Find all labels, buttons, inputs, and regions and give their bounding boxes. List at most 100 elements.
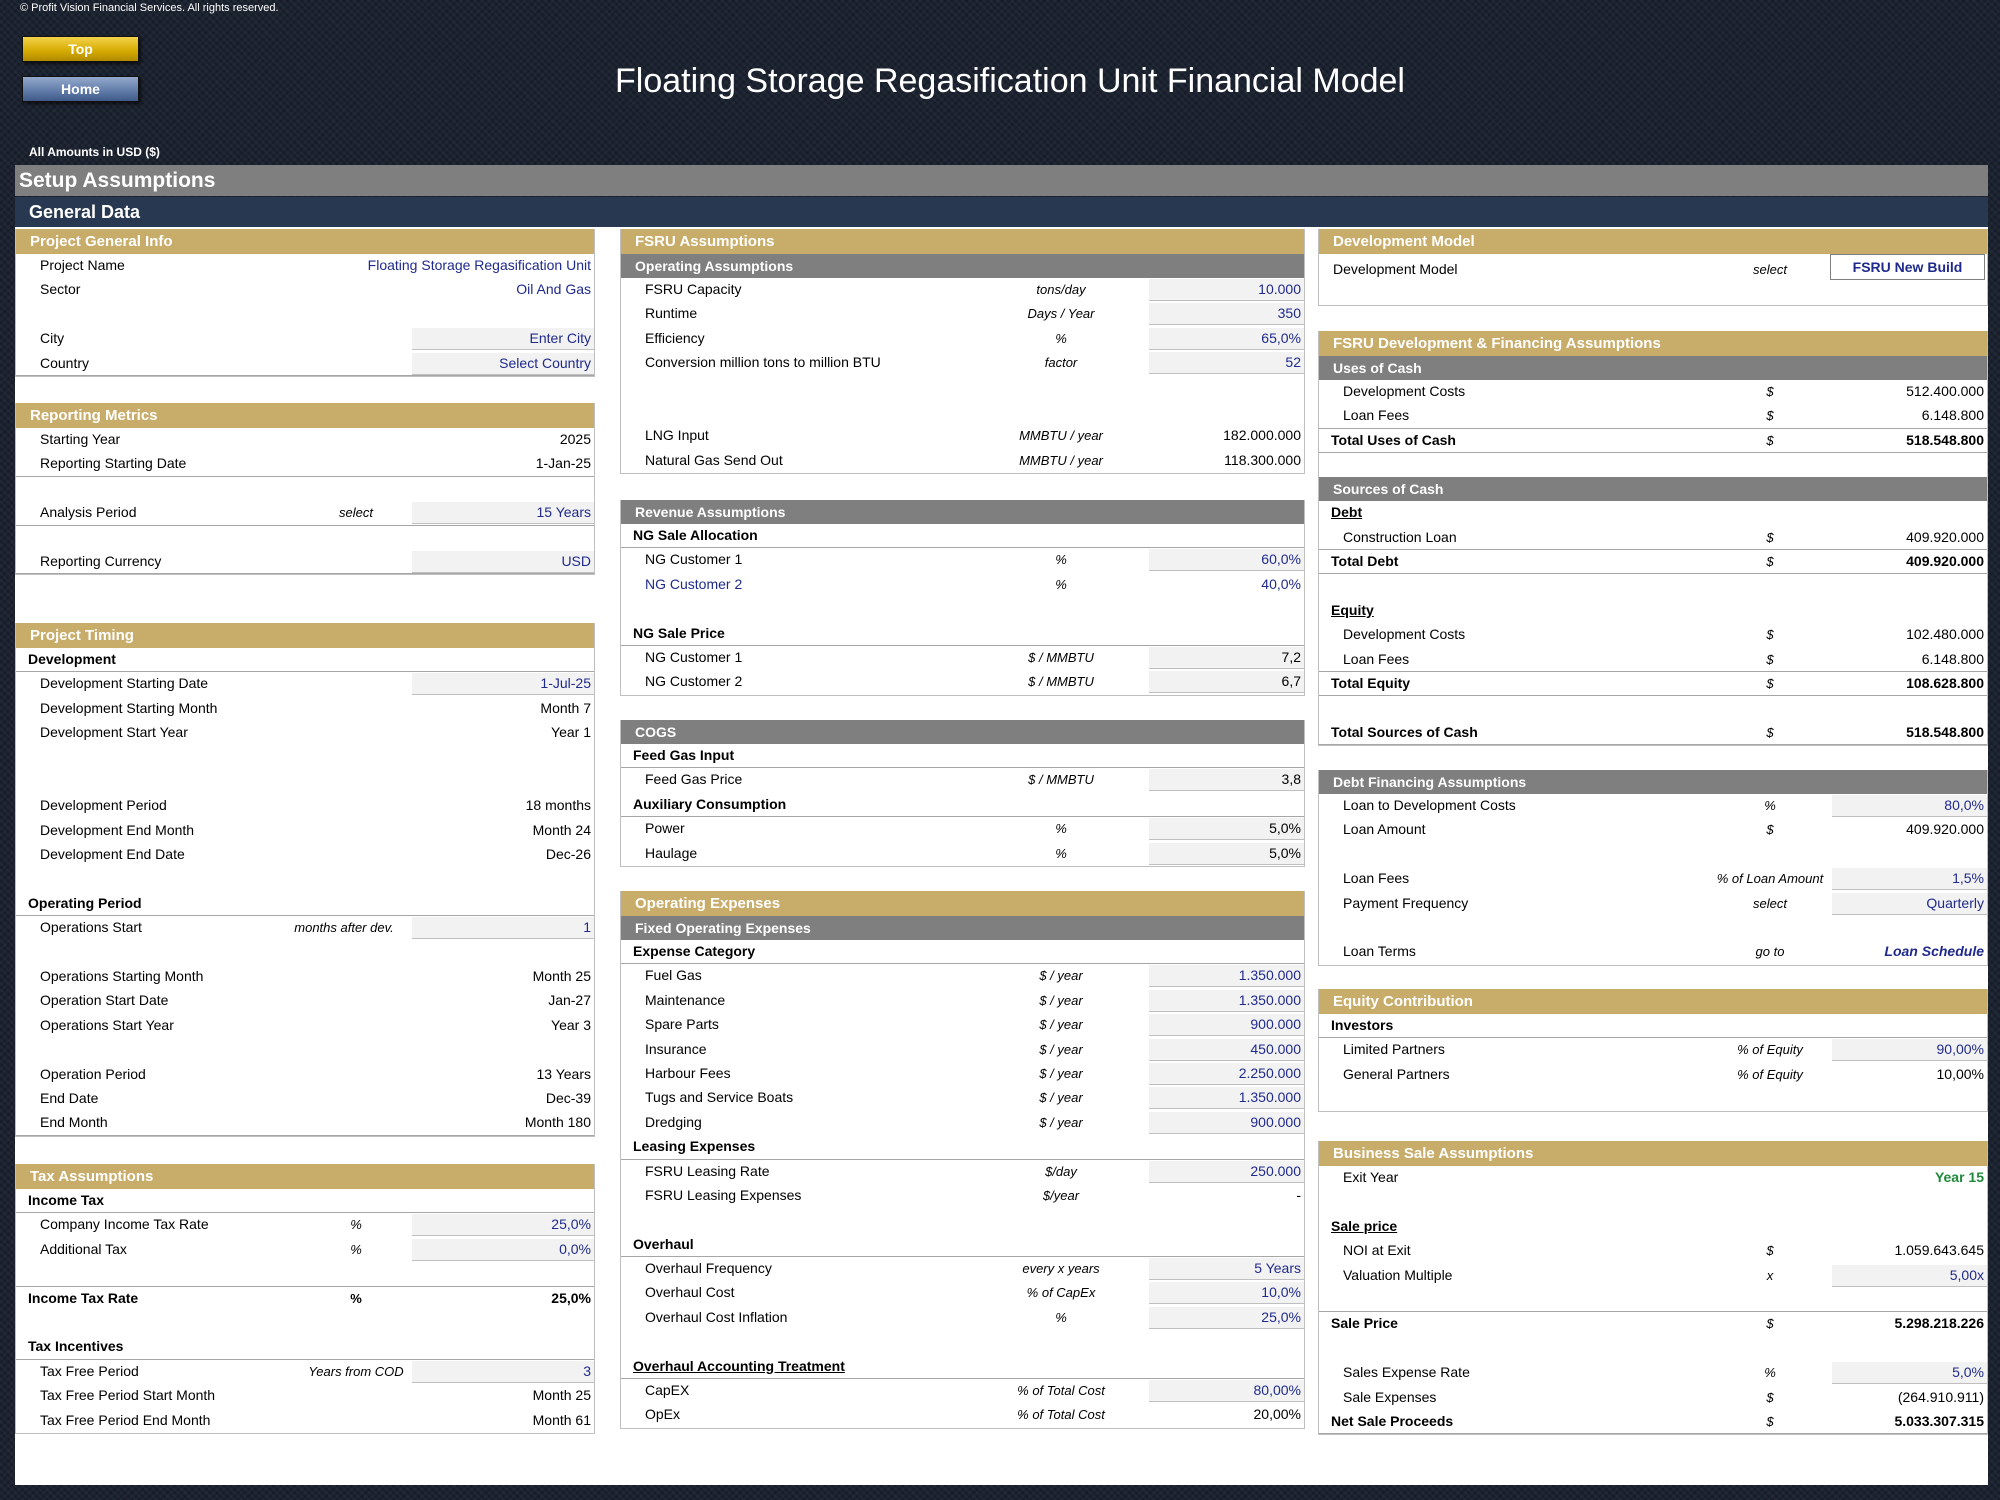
row-value[interactable]: 5,00x xyxy=(1950,1267,1984,1283)
row-value: Year 1 xyxy=(551,724,591,741)
row-label: Starting Year xyxy=(40,431,121,447)
row-value[interactable]: 65,0% xyxy=(1261,330,1301,346)
row-value[interactable]: 5,0% xyxy=(1269,820,1301,836)
row-value[interactable]: 90,00% xyxy=(1937,1041,1984,1057)
row-value[interactable]: 1-Jul-25 xyxy=(540,675,591,691)
row-value[interactable]: 10.000 xyxy=(1258,281,1301,297)
row-value: Year 15 xyxy=(1934,1169,1984,1185)
row-value[interactable]: Select Country xyxy=(499,355,591,371)
table-row: Sale price xyxy=(1319,1215,1987,1239)
table-row xyxy=(1319,1337,1987,1361)
row-value[interactable]: 900.000 xyxy=(1250,1114,1301,1130)
table-row: OpEx % of Total Cost 20,00% xyxy=(621,1403,1304,1427)
row-value[interactable]: 7,2 xyxy=(1282,649,1301,665)
unit-label: Years from COD xyxy=(308,1363,404,1379)
table-row: Conversion million tons to million BTU fa… xyxy=(621,351,1304,375)
section-header: Tax Assumptions xyxy=(16,1164,594,1189)
unit-label: $ xyxy=(1766,724,1774,740)
row-value[interactable]: Quarterly xyxy=(1926,895,1984,911)
row-value[interactable]: 450.000 xyxy=(1250,1041,1301,1057)
unit-label: % xyxy=(1055,552,1067,568)
table-row: Reporting Currency USD xyxy=(16,550,594,575)
table-row: Development Costs $512.400.000 xyxy=(1319,380,1987,404)
unit-label: $ / year xyxy=(1039,992,1083,1008)
table-row xyxy=(621,1208,1304,1232)
unit-label: $ xyxy=(1766,675,1774,691)
row-value[interactable]: 1.350.000 xyxy=(1239,1089,1301,1105)
table-row: Tax Free Period End Month Month 61 xyxy=(16,1409,594,1433)
row-value[interactable]: 1.350.000 xyxy=(1239,992,1301,1008)
row-value[interactable]: 10,0% xyxy=(1261,1284,1301,1300)
table-row: Operation Period 13 Years xyxy=(16,1063,594,1087)
row-value[interactable]: 80,0% xyxy=(1944,797,1984,813)
row-value[interactable]: Loan Schedule xyxy=(1884,943,1984,959)
row-value[interactable]: 6,7 xyxy=(1282,673,1301,689)
unit-label: $ / year xyxy=(1039,1041,1083,1057)
row-value[interactable]: 0,0% xyxy=(559,1241,591,1257)
row-label: General Partners xyxy=(1343,1065,1450,1082)
row-value[interactable]: USD xyxy=(561,553,591,569)
table-row xyxy=(16,868,594,892)
development-model-section: Development Model Development Model sele… xyxy=(1318,229,1988,306)
row-value[interactable]: 5,0% xyxy=(1952,1364,1984,1380)
row-label: Debt xyxy=(1331,504,1363,521)
unit-label: $ / MMBTU xyxy=(1028,674,1094,690)
row-label: Auxiliary Consumption xyxy=(633,795,787,812)
table-row: Net Sale Proceeds $5.033.307.315 xyxy=(1319,1410,1987,1435)
table-row: Total Debt $409.920.000 xyxy=(1319,550,1987,575)
row-value: 5.033.307.315 xyxy=(1894,1412,1984,1429)
row-label: Payment Frequency xyxy=(1343,894,1469,911)
development-model-dropdown[interactable]: FSRU New Build xyxy=(1830,254,1985,280)
table-row: Loan Fees $6.148.800 xyxy=(1319,404,1987,429)
unit-label: $ xyxy=(1766,1243,1774,1259)
row-value[interactable]: 250.000 xyxy=(1250,1163,1301,1179)
row-label: Harbour Fees xyxy=(645,1064,731,1081)
row-value[interactable]: 52 xyxy=(1285,354,1301,370)
table-row: Leasing Expenses xyxy=(621,1135,1304,1160)
currency-note: All Amounts in USD ($) xyxy=(29,145,160,159)
input-cell[interactable] xyxy=(412,1360,594,1383)
unit-label: $/year xyxy=(1042,1187,1080,1203)
row-value: Dec-26 xyxy=(545,846,591,863)
row-value[interactable]: 350 xyxy=(1278,305,1301,321)
row-value: 118.300.000 xyxy=(1224,451,1301,468)
table-row xyxy=(621,1330,1304,1354)
row-label: Sector xyxy=(40,281,81,298)
row-value[interactable]: 25,0% xyxy=(551,1216,591,1232)
row-value[interactable]: 1,5% xyxy=(1952,870,1984,886)
row-label: Runtime xyxy=(645,305,698,322)
row-value[interactable]: 5,0% xyxy=(1269,845,1301,861)
top-button[interactable]: Top xyxy=(22,36,139,62)
unit-label: % of Total Cost xyxy=(1017,1383,1105,1399)
table-row: Project Name Floating Storage Regasificat… xyxy=(16,254,594,278)
row-value[interactable]: 1.350.000 xyxy=(1239,967,1301,983)
subsection-header: Sources of Cash xyxy=(1319,477,1987,502)
row-value[interactable]: 3 xyxy=(583,1363,591,1379)
row-value[interactable]: 80,00% xyxy=(1254,1382,1301,1398)
row-value[interactable]: 1 xyxy=(583,919,591,935)
unit-label: months after dev. xyxy=(294,920,394,936)
row-value[interactable]: 2.250.000 xyxy=(1239,1065,1301,1081)
input-cell[interactable] xyxy=(412,917,594,940)
table-row xyxy=(16,1262,594,1287)
row-label: Haulage xyxy=(645,844,698,861)
unit-label: select xyxy=(339,505,373,521)
table-row: Loan to Development Costs% 80,0% xyxy=(1319,794,1987,818)
unit-label: $ xyxy=(1766,627,1774,643)
row-value[interactable]: 3,8 xyxy=(1282,771,1301,787)
table-row xyxy=(16,746,594,770)
row-value[interactable]: 900.000 xyxy=(1250,1016,1301,1032)
row-value[interactable]: 60,0% xyxy=(1261,551,1301,567)
row-label: Spare Parts xyxy=(645,1016,719,1033)
development-financing-section: FSRU Development & Financing Assumptions… xyxy=(1318,331,1988,747)
row-value[interactable]: 25,0% xyxy=(1261,1309,1301,1325)
subsection-header: COGS xyxy=(621,720,1304,744)
input-cell[interactable] xyxy=(1149,352,1304,375)
unit-label: $ xyxy=(1766,384,1774,399)
unit-label: % xyxy=(350,1241,362,1257)
row-value[interactable]: 15 Years xyxy=(537,504,592,520)
row-value[interactable]: 5 Years xyxy=(1254,1260,1301,1276)
equity-contribution-section: Equity Contribution Investors Limited Par… xyxy=(1318,989,1988,1113)
unit-label: $ xyxy=(1766,1316,1774,1332)
row-value[interactable]: Enter City xyxy=(530,330,591,346)
